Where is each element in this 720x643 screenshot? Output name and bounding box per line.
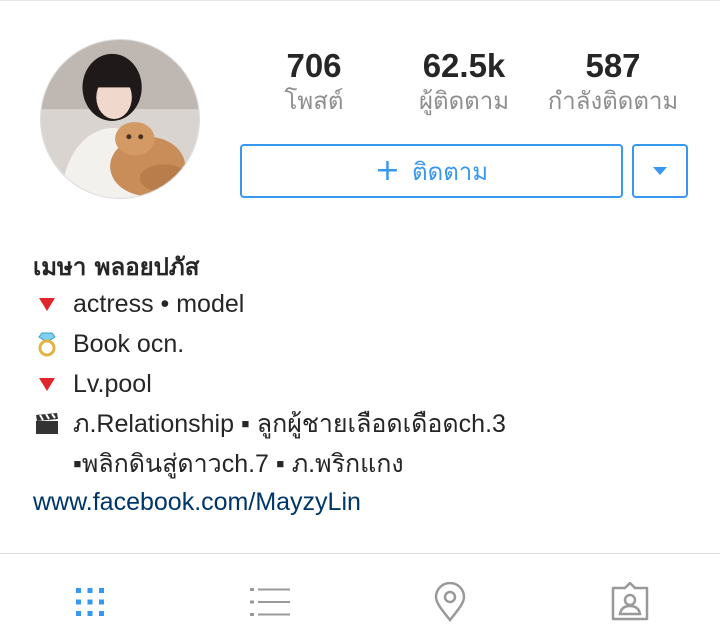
grid-icon	[76, 588, 104, 616]
bio-line: ภ.Relationship ▪ ลูกผู้ชายเลือดเดือดch.3	[33, 404, 713, 444]
posts-label: โพสต์	[284, 87, 344, 115]
list-icon	[250, 588, 290, 616]
avatar[interactable]	[40, 39, 200, 199]
tabs-divider	[0, 553, 720, 554]
avatar-image	[41, 40, 199, 198]
following-stat[interactable]: 587 กำลังติดตาม	[538, 46, 688, 116]
tab-grid[interactable]	[68, 580, 112, 624]
location-pin-icon	[434, 582, 466, 622]
profile-name: เมษา พลอยปภัส	[33, 253, 200, 281]
tab-tagged[interactable]	[608, 580, 652, 624]
followers-stat[interactable]: 62.5k ผู้ติดตาม	[400, 46, 528, 116]
red-triangle-icon	[33, 370, 61, 398]
website-link[interactable]: www.facebook.com/MayzyLin	[33, 484, 713, 520]
bio-line-text: Book ocn.	[73, 330, 185, 358]
followers-label: ผู้ติดตาม	[418, 87, 510, 115]
plus-icon: +	[374, 153, 401, 188]
bio-line: actress • model	[33, 284, 713, 324]
red-triangle-icon	[33, 290, 61, 318]
bio-line-text: ภ.Relationship ▪ ลูกผู้ชายเลือดเดือดch.3	[73, 410, 506, 438]
bio-line: ▪พลิกดินสู่ดาวch.7 ▪ ภ.พริกแกง	[33, 444, 713, 484]
bio-line: Lv.pool	[33, 364, 713, 404]
following-label: กำลังติดตาม	[547, 87, 679, 115]
bio-line: Book ocn.	[33, 324, 713, 364]
following-count: 587	[585, 47, 641, 84]
tagged-photos-icon	[611, 582, 649, 621]
bio-line-text: ▪พลิกดินสู่ดาวch.7 ▪ ภ.พริกแกง	[73, 450, 404, 478]
bio-line-text: actress • model	[73, 290, 245, 318]
tab-list[interactable]	[248, 580, 292, 624]
top-divider	[0, 0, 720, 1]
bio-line-text: Lv.pool	[73, 370, 152, 398]
follow-button[interactable]: + ติดตาม	[240, 144, 623, 198]
posts-stat[interactable]: 706 โพสต์	[254, 46, 374, 116]
bio-section: เมษา พลอยปภัส actress • model Book ocn. …	[33, 250, 713, 520]
posts-count: 706	[286, 47, 342, 84]
followers-count: 62.5k	[422, 47, 506, 84]
follow-label: ติดตาม	[412, 157, 489, 186]
caret-down-icon	[653, 167, 667, 175]
suggestions-dropdown-button[interactable]	[632, 144, 688, 198]
ring-icon	[33, 330, 61, 358]
tab-location[interactable]	[428, 580, 472, 624]
clapper-board-icon	[33, 410, 61, 438]
